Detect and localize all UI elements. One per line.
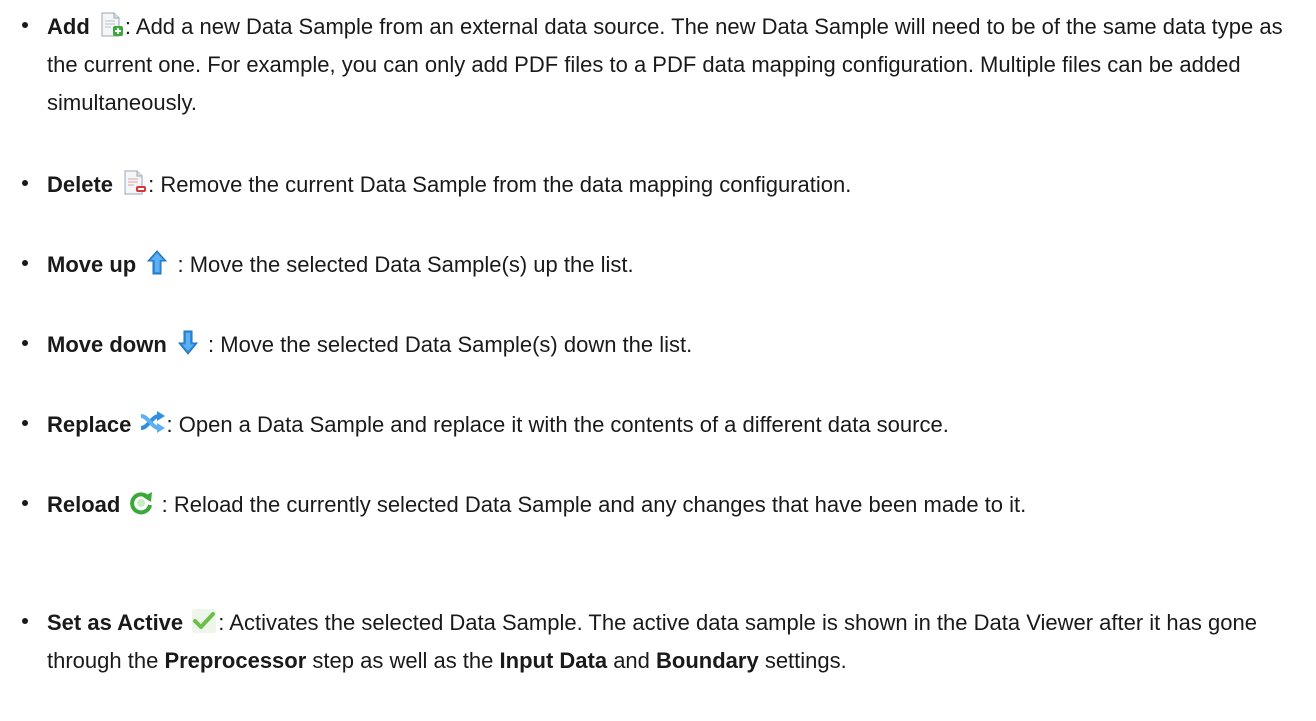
bullet: [22, 340, 28, 346]
desc-delete: : Remove the current Data Sample from th…: [148, 172, 852, 197]
documentation-page: Add : Add a new Data Sample from an exte…: [0, 0, 1316, 721]
add-document-icon: [98, 12, 124, 38]
bullet: [22, 180, 28, 186]
term-add: Add: [47, 14, 90, 39]
bullet: [22, 618, 28, 624]
list-item-text: Delete : Remove the current Data Sample …: [47, 166, 1302, 204]
bullet: [22, 420, 28, 426]
term-delete: Delete: [47, 172, 114, 197]
delete-document-icon: [121, 170, 147, 196]
desc-set-as-active-3: and: [607, 648, 657, 673]
term-replace: Replace: [47, 412, 132, 437]
term-move-up: Move up: [47, 252, 137, 277]
replace-shuffle-icon: [140, 410, 166, 436]
term-reload: Reload: [47, 492, 121, 517]
term-input-data: Input Data: [499, 648, 608, 673]
term-move-down: Move down: [47, 332, 167, 357]
desc-reload: : Reload the currently selected Data Sam…: [155, 492, 1027, 517]
list-item-text: Move up : Move the selected Data Sample(…: [47, 246, 1302, 284]
bullet: [22, 500, 28, 506]
bullet: [22, 260, 28, 266]
term-set-as-active: Set as Active: [47, 610, 184, 635]
term-preprocessor: Preprocessor: [164, 648, 307, 673]
desc-set-as-active-4: settings.: [758, 648, 847, 673]
desc-set-as-active-2: step as well as the: [306, 648, 500, 673]
bullet: [22, 22, 28, 28]
list-item-text: Replace : Open a Data Sample and replace…: [47, 406, 1302, 444]
desc-move-up: : Move the selected Data Sample(s) up th…: [171, 252, 634, 277]
checkmark-icon: [191, 608, 217, 634]
term-boundary: Boundary: [656, 648, 759, 673]
list-item-text: Move down : Move the selected Data Sampl…: [47, 326, 1302, 364]
list-item-text: Reload : Reload the currently selected D…: [47, 486, 1302, 524]
list-item-text: Set as Active : Activates the selected D…: [47, 604, 1302, 680]
desc-move-down: : Move the selected Data Sample(s) down …: [201, 332, 693, 357]
arrow-up-icon: [144, 250, 170, 276]
arrow-down-icon: [175, 330, 201, 356]
list-item-text: Add : Add a new Data Sample from an exte…: [47, 8, 1302, 122]
desc-add: : Add a new Data Sample from an external…: [47, 14, 1283, 115]
reload-icon: [128, 490, 154, 516]
desc-replace: : Open a Data Sample and replace it with…: [166, 412, 949, 437]
